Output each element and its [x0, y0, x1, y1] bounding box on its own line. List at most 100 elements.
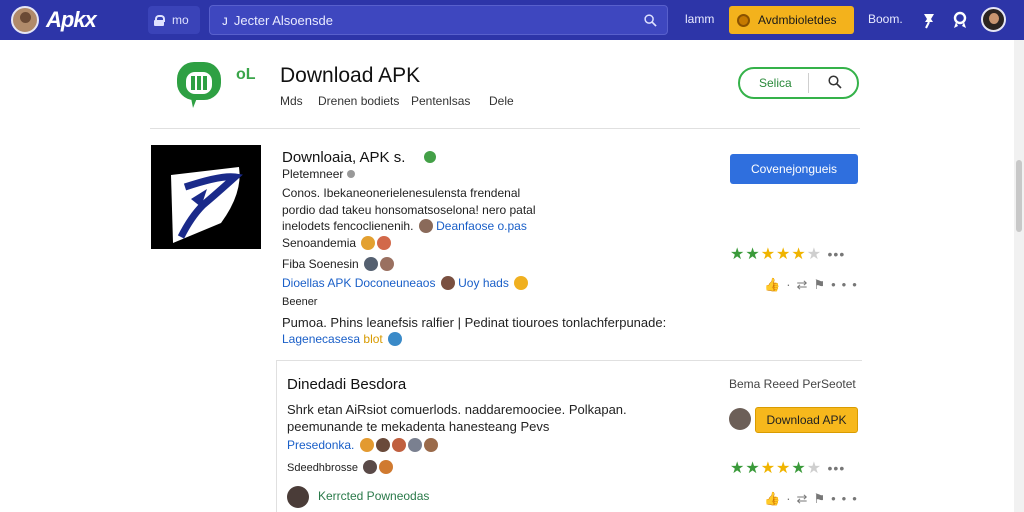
star-icon: ★ — [745, 246, 761, 263]
card-description-line-2: peemunande te mekadenta hanesteang Pevs — [287, 419, 550, 434]
share-icon[interactable]: ⇄ — [797, 491, 814, 506]
app-name: Downloaia, APK s. — [282, 149, 406, 166]
search-input[interactable]: ᴊ Jecter Alsoensde — [209, 5, 668, 35]
star-icon: ★ — [760, 246, 777, 263]
menu-avatar[interactable] — [11, 6, 39, 34]
flag-icon[interactable]: ⚑ — [813, 277, 831, 292]
user-face-icon — [363, 460, 378, 474]
star-icon: ★ — [776, 246, 792, 263]
private-label: mo — [172, 13, 189, 27]
ribbon-icon[interactable] — [951, 11, 969, 29]
bottom-avatar[interactable] — [287, 486, 309, 508]
link-user[interactable]: Uoy hads — [458, 276, 509, 290]
search-icon[interactable] — [644, 14, 657, 27]
top-nav-bar: Apkx mo ᴊ Jecter Alsoensde lamm Avdmbiol… — [0, 0, 1024, 40]
more-icon[interactable]: ••• — [828, 246, 846, 262]
scrollbar-thumb[interactable] — [1016, 160, 1022, 232]
link-apk[interactable]: Dioellas APK — [282, 276, 351, 290]
user-face-icon — [423, 438, 438, 452]
share-icon[interactable]: ⇄ — [797, 277, 814, 292]
star-icon: ★ — [745, 460, 761, 477]
cursor-icon: ᴊ — [222, 12, 228, 28]
description-link[interactable]: Deanfaose o.pas — [436, 219, 527, 233]
tab-delete[interactable]: Dele — [489, 94, 514, 108]
dot-icon: · — [786, 491, 797, 506]
user-face-icon — [377, 236, 392, 250]
user-face-icon — [391, 438, 406, 452]
more-icon[interactable]: ••• — [831, 491, 863, 506]
android-logo-icon — [177, 62, 221, 108]
top-cta-button[interactable]: Avdmbioletdes — [729, 6, 854, 34]
user-face-icon — [359, 438, 374, 452]
thumb-icon[interactable]: 👍 — [764, 277, 786, 292]
search-pill[interactable]: Selica — [738, 67, 859, 99]
user-face-icon — [407, 438, 422, 452]
page-scrollbar[interactable] — [1014, 40, 1024, 512]
pin-icon[interactable] — [920, 11, 938, 29]
link-documents[interactable]: Doconeuneaos — [355, 276, 436, 290]
more-icon[interactable]: ••• — [828, 460, 846, 476]
link-badge[interactable]: blot — [363, 332, 382, 346]
tab-permissions[interactable]: Pentenlsas — [411, 94, 470, 108]
page-title: Download APK — [280, 64, 421, 87]
meta-row-2: Fiba Soenesin — [282, 257, 395, 271]
card-author-avatar[interactable] — [729, 408, 751, 430]
user-face-icon — [440, 276, 455, 290]
user-face-icon — [379, 460, 394, 474]
more-icon[interactable]: ••• — [831, 277, 863, 292]
bottom-link[interactable]: Kerrcted Powneodas — [318, 489, 429, 503]
user-avatar[interactable] — [981, 7, 1006, 32]
app-description-line-2: pordio dad takeu honsomatsoselona! nero … — [282, 203, 536, 217]
search-icon[interactable] — [828, 75, 842, 89]
tab-mods[interactable]: Mds — [280, 94, 303, 108]
pill-label: Selica — [759, 76, 792, 90]
nav-link[interactable]: lamm — [685, 12, 714, 26]
app-icon-image — [151, 145, 261, 249]
card-description-line-1: Shrk etan AiRsiot comuerlods. naddaremoo… — [287, 402, 627, 417]
star-icon: ★ — [776, 460, 792, 477]
app-rating-stars: ★★★★★★ ••• — [730, 244, 845, 264]
user-face-icon — [380, 257, 395, 271]
app-summary: Pumoa. Phins leanefsis ralfier | Pedinat… — [282, 315, 667, 330]
card-tag: Bema Reeed PerSeotet — [729, 377, 856, 391]
link-tag[interactable]: Lagenecasesa — [282, 332, 360, 346]
star-icon: ★ — [760, 460, 777, 477]
card-rating-stars: ★★★★★★ ••• — [730, 458, 845, 478]
app-sub-icon-label: oL — [236, 66, 256, 83]
tab-downloads[interactable]: Drenen bodiets — [318, 94, 399, 108]
user-face-icon — [364, 257, 379, 271]
app-download-button[interactable]: Covenejongueis — [730, 154, 858, 184]
meta-row-1: Senoandemia — [282, 236, 392, 250]
menu-link[interactable]: Boom. — [868, 12, 903, 26]
card-action-icons: 👍·⇄⚑••• — [764, 491, 863, 507]
lock-icon — [154, 14, 165, 26]
card-link-row: Presedonka. — [287, 438, 438, 452]
star-half-icon: ★ — [791, 246, 807, 263]
link-row-1: Dioellas APK Doconeuneaos Uoy hads — [282, 276, 529, 290]
coin-icon — [737, 13, 750, 27]
app-developer[interactable]: Pletemneer — [282, 167, 356, 181]
star-half-icon: ★ — [791, 460, 807, 477]
dot-icon: · — [786, 277, 797, 292]
app-description-line-3: inelodets fencoclienenih. Deanfaose o.pa… — [282, 219, 527, 233]
star-icon: ★ — [730, 246, 746, 263]
top-cta-label: Avdmbioletdes — [758, 13, 837, 27]
user-face-icon — [388, 332, 403, 346]
pill-divider — [808, 73, 809, 93]
app-action-icons: 👍·⇄⚑••• — [764, 277, 863, 293]
private-toggle[interactable]: mo — [148, 6, 200, 34]
star-empty-icon: ★ — [806, 460, 823, 477]
card-title: Dinedadi Besdora — [287, 376, 407, 393]
thumb-icon[interactable]: 👍 — [764, 491, 786, 506]
flag-icon[interactable]: ⚑ — [813, 491, 831, 506]
site-logo[interactable]: Apkx — [46, 7, 97, 33]
user-face-icon — [361, 236, 376, 250]
link-row-2: Lagenecasesa blot — [282, 332, 403, 346]
card-link[interactable]: Presedonka. — [287, 438, 354, 452]
card-download-button[interactable]: Download APK — [755, 407, 858, 433]
search-value: Jecter Alsoensde — [233, 12, 333, 28]
emoji-icon — [514, 276, 529, 290]
header-divider — [150, 128, 860, 129]
app-logo-icon — [151, 145, 261, 249]
star-empty-icon: ★ — [806, 246, 823, 263]
